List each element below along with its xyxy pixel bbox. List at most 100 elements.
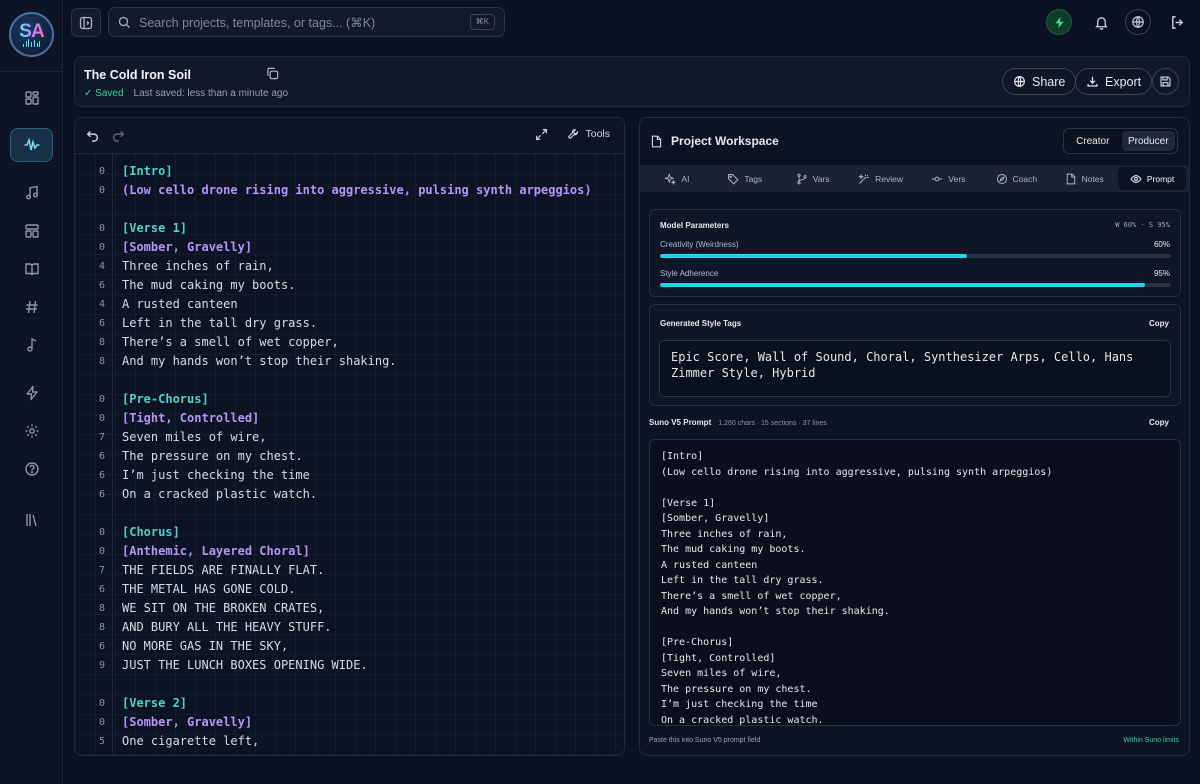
- automation-nav-button[interactable]: [10, 376, 53, 410]
- editor-line[interactable]: 0 [Verse 2]: [75, 694, 624, 713]
- tab-notes[interactable]: Notes: [1050, 167, 1118, 190]
- editor-line[interactable]: 0 [Pre-Chorus]: [75, 390, 624, 409]
- sparkles-icon: [664, 172, 677, 185]
- limits-status: Within Suno limits: [1123, 737, 1179, 744]
- editor-line[interactable]: 0 [Tight, Controlled]: [75, 409, 624, 428]
- editor-line[interactable]: 0 [Somber, Gravelly]: [75, 713, 624, 732]
- line-text: I’m just checking the time: [122, 468, 310, 482]
- export-label: Export: [1105, 74, 1142, 89]
- last-saved-text: Last saved: less than a minute ago: [133, 88, 289, 99]
- mode-producer[interactable]: Producer: [1121, 131, 1175, 151]
- editor-line[interactable]: 7 THE FIELDS ARE FINALLY FLAT.: [75, 561, 624, 580]
- tab-label: Notes: [1081, 173, 1104, 184]
- notifications-button[interactable]: [1088, 9, 1114, 35]
- sidebar-panel-icon: [79, 16, 93, 29]
- share-button[interactable]: Share: [1002, 68, 1077, 95]
- help-nav-button[interactable]: [10, 452, 53, 486]
- editor-line[interactable]: 0 [Somber, Gravelly]: [75, 238, 624, 257]
- editor-line[interactable]: [75, 504, 624, 523]
- search-input[interactable]: Search projects, templates, or tags... (…: [139, 15, 375, 30]
- copy-prompt-button[interactable]: Copy: [1149, 418, 1169, 427]
- search-bar[interactable]: Search projects, templates, or tags... (…: [108, 7, 505, 37]
- line-text: (Low cello drone rising into aggressive,…: [122, 183, 592, 197]
- saved-indicator: ✓ Saved: [84, 88, 124, 99]
- editor-line[interactable]: [75, 200, 624, 219]
- redo-button[interactable]: [111, 128, 125, 142]
- tab-vars[interactable]: Vars: [779, 167, 847, 190]
- language-button[interactable]: [1125, 9, 1151, 35]
- editor-line[interactable]: 6 THE METAL HAS GONE COLD.: [75, 580, 624, 599]
- expand-button[interactable]: [535, 128, 548, 141]
- editor-line[interactable]: 6 NO MORE GAS IN THE SKY,: [75, 637, 624, 656]
- editor-line[interactable]: 0 [Intro]: [75, 162, 624, 181]
- editor-line[interactable]: 8 AND BURY ALL THE HEAVY STUFF.: [75, 618, 624, 637]
- prompt-title: Suno V5 Prompt: [649, 418, 712, 427]
- editor-line[interactable]: 8 And my hands won’t stop their shaking.: [75, 352, 624, 371]
- tab-ai[interactable]: AI: [643, 167, 711, 190]
- undo-button[interactable]: [86, 128, 100, 142]
- editor-line[interactable]: 0 (Low cello drone rising into aggressive…: [75, 181, 624, 200]
- editor-line[interactable]: 7 Seven miles of wire,: [75, 428, 624, 447]
- line-syllable-count: 8: [98, 622, 105, 633]
- copy-title-button[interactable]: [266, 67, 279, 80]
- editor-line[interactable]: 6 I’m just checking the time: [75, 466, 624, 485]
- prompt-line: [661, 480, 1169, 496]
- sidebar-toggle-button[interactable]: [71, 8, 101, 37]
- style-adherence-slider[interactable]: [660, 283, 1171, 287]
- library-book-nav-button[interactable]: [10, 252, 53, 286]
- editor-line[interactable]: 5 One cigarette left,: [75, 732, 624, 751]
- file-icon: [1066, 173, 1075, 184]
- editor-line[interactable]: 6 The pressure on my chest.: [75, 447, 624, 466]
- wand-icon: [858, 173, 869, 184]
- editor-line[interactable]: 6 Left in the tall dry grass.: [75, 314, 624, 333]
- editor-line[interactable]: [75, 675, 624, 694]
- editor-line[interactable]: 0 [Chorus]: [75, 523, 624, 542]
- templates-nav-button[interactable]: [10, 214, 53, 248]
- music-note-icon: [25, 185, 38, 200]
- editor-line[interactable]: 8 WE SIT ON THE BROKEN CRATES,: [75, 599, 624, 618]
- logout-button[interactable]: [1164, 9, 1190, 35]
- power-mode-button[interactable]: [1046, 9, 1072, 35]
- line-text: NO MORE GAS IN THE SKY,: [122, 639, 289, 653]
- line-text: Left in the tall dry grass.: [122, 316, 318, 330]
- tab-coach[interactable]: Coach: [982, 167, 1050, 190]
- editor-line[interactable]: 4 Three inches of rain,: [75, 257, 624, 276]
- editor-line[interactable]: 0 [Verse 1]: [75, 219, 624, 238]
- editor-line[interactable]: 6 On a cracked plastic watch.: [75, 485, 624, 504]
- wrench-icon: [568, 128, 579, 140]
- editor-line[interactable]: 8 There’s a smell of wet copper,: [75, 333, 624, 352]
- file-icon: [651, 135, 662, 147]
- tab-vers[interactable]: Vers: [915, 167, 983, 190]
- editor-line[interactable]: 9 JUST THE LUNCH BOXES OPENING WIDE.: [75, 656, 624, 675]
- editor-line[interactable]: 4 A rusted canteen: [75, 295, 624, 314]
- editor-line[interactable]: 0 [Anthemic, Layered Choral]: [75, 542, 624, 561]
- library-nav-button[interactable]: [10, 503, 53, 537]
- editor-line[interactable]: [75, 371, 624, 390]
- style-tags-text[interactable]: Epic Score, Wall of Sound, Choral, Synth…: [659, 340, 1171, 397]
- dashboard-nav-button[interactable]: [10, 81, 53, 115]
- export-button[interactable]: Export: [1075, 68, 1153, 95]
- music-nav-button[interactable]: [10, 176, 53, 210]
- tab-tags[interactable]: Tags: [711, 167, 779, 190]
- studio-nav-button[interactable]: [10, 128, 53, 162]
- creativity-label: Creativity (Weirdness): [660, 240, 739, 249]
- document-title[interactable]: The Cold Iron Soil: [84, 68, 191, 82]
- app-logo[interactable]: SA: [9, 12, 54, 57]
- editor-body[interactable]: 0 [Intro] 0 (Low cello drone rising into ag…: [75, 154, 624, 755]
- line-text: Seven miles of wire,: [122, 430, 267, 444]
- creativity-value: 60%: [1153, 240, 1170, 249]
- note-nav-button[interactable]: [10, 328, 53, 362]
- save-button[interactable]: [1152, 68, 1179, 95]
- settings-nav-button[interactable]: [10, 414, 53, 448]
- prompt-output[interactable]: [Intro] (Low cello drone rising into aggr…: [649, 439, 1181, 726]
- creativity-slider[interactable]: [660, 254, 1171, 258]
- tab-prompt[interactable]: Prompt: [1118, 167, 1186, 190]
- editor-line[interactable]: 6 The mud caking my boots.: [75, 276, 624, 295]
- tags-nav-button[interactable]: [10, 290, 53, 324]
- mode-creator[interactable]: Creator: [1066, 131, 1120, 151]
- tools-button[interactable]: Tools: [567, 128, 610, 140]
- tab-review[interactable]: Review: [847, 167, 915, 190]
- download-icon: [1087, 76, 1098, 87]
- line-syllable-count: 6: [98, 489, 105, 500]
- copy-style-tags-button[interactable]: Copy: [1149, 319, 1169, 328]
